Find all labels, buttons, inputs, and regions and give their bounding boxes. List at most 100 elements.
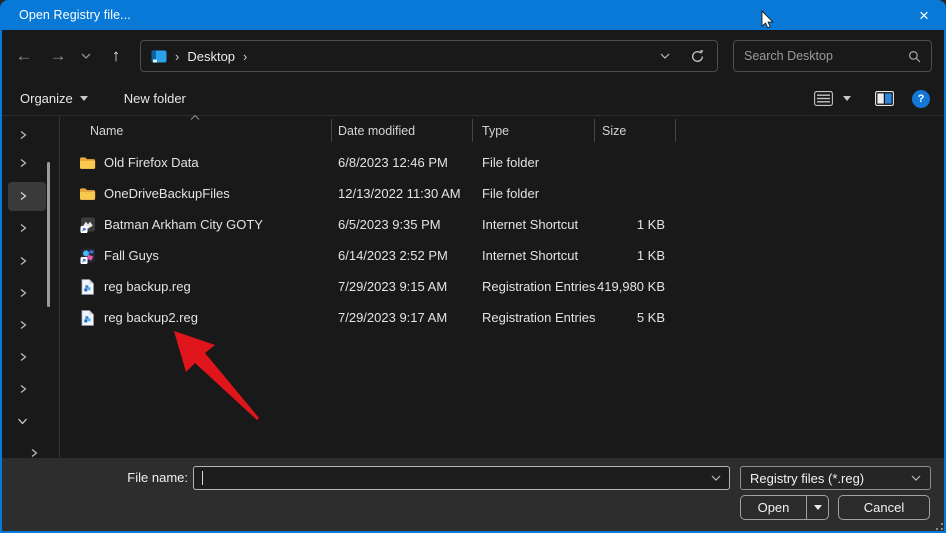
search-box <box>733 40 932 72</box>
file-name: reg backup2.reg <box>104 310 198 325</box>
recent-locations-button[interactable] <box>74 30 98 82</box>
file-row[interactable]: reg backup2.reg 7/29/2023 9:17 AM Regist… <box>60 302 946 333</box>
file-name: reg backup.reg <box>104 279 191 294</box>
file-date: 6/5/2023 9:35 PM <box>332 217 473 232</box>
file-size: 419,980 KB <box>595 279 676 294</box>
dialog-footer: File name: Registry files (*.reg) Open C… <box>0 458 946 533</box>
file-row[interactable]: OneDriveBackupFiles 12/13/2022 11:30 AM … <box>60 178 946 209</box>
back-button[interactable]: ← <box>8 30 40 82</box>
open-button[interactable]: Open <box>740 495 829 520</box>
up-button[interactable]: ↑ <box>100 30 132 82</box>
tree-expander-icon[interactable] <box>16 222 30 234</box>
up-icon: ↑ <box>112 46 121 66</box>
details-view-icon[interactable] <box>814 91 833 106</box>
search-icon <box>908 50 921 63</box>
close-icon: × <box>919 7 929 24</box>
address-bar[interactable]: › Desktop › <box>140 40 718 72</box>
dialog-body: Name Date modified Type Size Old Firefox… <box>0 116 946 458</box>
tree-expander-icon[interactable] <box>16 157 30 169</box>
tree-expander-icon[interactable] <box>16 129 30 141</box>
open-split-dropdown[interactable] <box>806 496 828 519</box>
tree-expander-expanded-icon[interactable] <box>15 415 29 427</box>
fallguys-shortcut-icon <box>79 248 96 264</box>
column-header-date-modified[interactable]: Date modified <box>332 119 473 142</box>
file-name: Fall Guys <box>104 248 159 263</box>
tree-expander-icon[interactable] <box>16 383 30 395</box>
dropdown-triangle-icon <box>814 505 822 510</box>
open-registry-file-dialog: Open Registry file... × ← → ↑ › Desktop … <box>0 0 946 533</box>
file-name-label: File name: <box>90 470 188 485</box>
file-size: 5 KB <box>595 310 676 325</box>
address-dropdown-icon[interactable] <box>660 53 670 59</box>
window-title: Open Registry file... <box>0 8 131 22</box>
column-header-size[interactable]: Size <box>595 119 676 142</box>
file-date: 7/29/2023 9:15 AM <box>332 279 473 294</box>
tree-expander-icon[interactable] <box>16 351 30 363</box>
resize-grip[interactable] <box>933 520 943 530</box>
navigation-tree <box>0 116 60 458</box>
folder-icon <box>79 155 96 171</box>
file-size: 1 KB <box>595 248 676 263</box>
search-input[interactable] <box>744 49 908 63</box>
chevron-down-icon <box>81 53 91 59</box>
cancel-button[interactable]: Cancel <box>838 495 930 520</box>
file-type: File folder <box>473 186 595 201</box>
file-type-dropdown-icon <box>911 475 921 481</box>
file-name-combobox <box>193 466 730 490</box>
breadcrumb-separator: › <box>167 49 187 64</box>
organize-button[interactable]: Organize <box>20 91 88 106</box>
help-icon: ? <box>918 93 925 105</box>
file-name-dropdown-icon[interactable] <box>711 475 721 481</box>
view-options-dropdown-icon[interactable] <box>843 96 851 101</box>
back-icon: ← <box>16 46 33 66</box>
refresh-icon[interactable] <box>690 49 705 64</box>
file-name: Old Firefox Data <box>104 155 199 170</box>
file-date: 7/29/2023 9:17 AM <box>332 310 473 325</box>
tree-expander-icon[interactable] <box>16 319 30 331</box>
file-name: OneDriveBackupFiles <box>104 186 230 201</box>
file-type: Registration Entries <box>473 310 595 325</box>
file-type: Internet Shortcut <box>473 248 595 263</box>
forward-button[interactable]: → <box>42 30 74 82</box>
tree-expander-icon[interactable] <box>16 190 30 202</box>
open-button-label: Open <box>741 500 806 515</box>
cancel-button-label: Cancel <box>864 500 904 515</box>
breadcrumb-location[interactable]: Desktop <box>187 49 235 64</box>
file-row[interactable]: Old Firefox Data 6/8/2023 12:46 PM File … <box>60 147 946 178</box>
column-header-type[interactable]: Type <box>473 119 595 142</box>
file-date: 12/13/2022 11:30 AM <box>332 186 473 201</box>
file-row[interactable]: reg backup.reg 7/29/2023 9:15 AM Registr… <box>60 271 946 302</box>
breadcrumb-separator[interactable]: › <box>235 49 255 64</box>
help-button[interactable]: ? <box>912 90 930 108</box>
tree-expander-icon[interactable] <box>16 287 30 299</box>
file-row[interactable]: Batman Arkham City GOTY 6/5/2023 9:35 PM… <box>60 209 946 240</box>
new-folder-label: New folder <box>124 91 186 106</box>
file-type-select[interactable]: Registry files (*.reg) <box>740 466 931 490</box>
navigation-bar: ← → ↑ › Desktop › <box>0 30 946 82</box>
file-date: 6/8/2023 12:46 PM <box>332 155 473 170</box>
file-type-value: Registry files (*.reg) <box>750 471 864 486</box>
organize-label: Organize <box>20 91 73 106</box>
preview-pane-icon[interactable] <box>875 91 894 106</box>
title-bar[interactable]: Open Registry file... × <box>0 0 946 30</box>
tree-expander-icon[interactable] <box>16 255 30 267</box>
file-name: Batman Arkham City GOTY <box>104 217 263 232</box>
dropdown-triangle-icon <box>80 96 88 101</box>
column-header-name[interactable]: Name <box>60 119 332 142</box>
file-type: Internet Shortcut <box>473 217 595 232</box>
file-name-input[interactable] <box>203 471 711 486</box>
close-button[interactable]: × <box>902 0 946 30</box>
new-folder-button[interactable]: New folder <box>124 91 186 106</box>
file-type: File folder <box>473 155 595 170</box>
folder-icon <box>79 186 96 202</box>
registry-file-icon <box>79 310 96 326</box>
tree-scrollbar-thumb[interactable] <box>47 162 50 307</box>
column-headers: Name Date modified Type Size <box>60 119 946 142</box>
file-list: Name Date modified Type Size Old Firefox… <box>60 116 946 458</box>
file-row[interactable]: Fall Guys 6/14/2023 2:52 PM Internet Sho… <box>60 240 946 271</box>
sort-ascending-icon <box>190 115 200 120</box>
batman-shortcut-icon <box>79 217 96 233</box>
file-size: 1 KB <box>595 217 676 232</box>
file-date: 6/14/2023 2:52 PM <box>332 248 473 263</box>
file-type: Registration Entries <box>473 279 595 294</box>
